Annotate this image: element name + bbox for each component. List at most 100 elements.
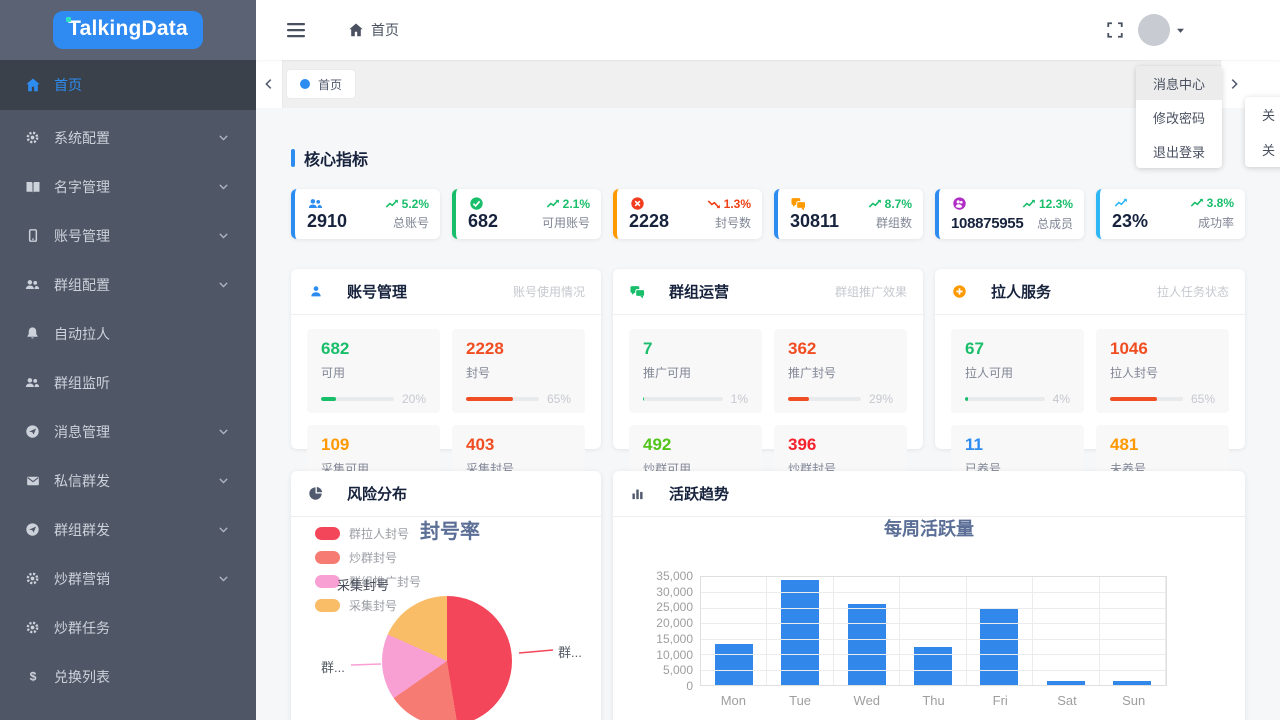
check-circle-icon xyxy=(468,196,485,211)
users-icon xyxy=(24,375,41,390)
panel-title: 拉人服务 xyxy=(991,281,1051,302)
sidebar-item-label: 群组配置 xyxy=(54,275,110,295)
metric-label: 总账号 xyxy=(393,214,429,231)
breadcrumb[interactable]: 首页 xyxy=(348,0,399,60)
panel-header: 账号管理账号使用情况 xyxy=(291,269,601,315)
chat-icon xyxy=(629,284,646,299)
legend-swatch xyxy=(315,551,340,564)
sub-card-value: 362 xyxy=(788,339,893,359)
metric-card: 3.8%23%成功率 xyxy=(1096,189,1245,239)
avatar[interactable] xyxy=(1138,14,1170,46)
sub-card-label: 推广可用 xyxy=(643,364,748,381)
metric-card-bottom: 682可用账号 xyxy=(468,211,590,232)
charts-row: 风险分布 群拉人封号炒群封号群组推广封号采集封号 封号率 采集封号 群... 群… xyxy=(291,471,1245,720)
sub-card-value: 7 xyxy=(643,339,748,359)
metric-label: 可用账号 xyxy=(542,214,590,231)
sub-card-progress: 1% xyxy=(643,392,748,406)
legend-item[interactable]: 炒群封号 xyxy=(315,545,421,569)
metric-value: 2228 xyxy=(629,211,669,232)
user-menu-item[interactable]: 修改密码 xyxy=(1136,100,1222,134)
metric-card: 8.7%30811群组数 xyxy=(774,189,923,239)
metric-card-bottom: 23%成功率 xyxy=(1112,211,1234,232)
hamburger-icon[interactable] xyxy=(286,21,306,39)
progress-percent: 20% xyxy=(402,392,426,406)
fullscreen-icon[interactable] xyxy=(1106,21,1124,39)
user-menu-item[interactable]: 消息中心 xyxy=(1136,66,1222,100)
metric-value: 108875955 xyxy=(951,215,1023,232)
metric-card-top: 8.7% xyxy=(790,196,912,211)
context-menu-item[interactable]: 关 xyxy=(1245,132,1280,167)
sub-card-value: 396 xyxy=(788,435,893,455)
progress-track xyxy=(321,397,394,401)
gridline xyxy=(701,623,1166,624)
sub-card-value: 11 xyxy=(965,435,1070,455)
sidebar-item-炒群任务[interactable]: 炒群任务 xyxy=(0,603,256,652)
sidebar-item-私信群发[interactable]: 私信群发 xyxy=(0,456,256,505)
sidebar-item-label: 兑换列表 xyxy=(54,667,110,687)
y-tick-label: 0 xyxy=(613,679,693,693)
gridline xyxy=(701,654,1166,655)
sidebar-item-群组配置[interactable]: 群组配置 xyxy=(0,260,256,309)
tabs-scroll-right-button[interactable] xyxy=(1220,60,1246,108)
user-avatar-menu[interactable] xyxy=(1138,14,1186,46)
x-tick-label: Sat xyxy=(1034,693,1101,708)
legend-item[interactable]: 采集封号 xyxy=(315,593,421,617)
sidebar-item-消息管理[interactable]: 消息管理 xyxy=(0,407,256,456)
legend-label: 炒群封号 xyxy=(349,549,397,566)
sub-card-progress: 65% xyxy=(1110,392,1215,406)
trend-up-icon xyxy=(385,197,399,211)
sidebar-item-名字管理[interactable]: 名字管理 xyxy=(0,162,256,211)
sidebar-item-群组群发[interactable]: 群组群发 xyxy=(0,505,256,554)
user-menu-item[interactable]: 退出登录 xyxy=(1136,134,1222,168)
sidebar-item-账号管理[interactable]: 账号管理 xyxy=(0,211,256,260)
sidebar-item-群组监听[interactable]: 群组监听 xyxy=(0,358,256,407)
legend-item[interactable]: 群拉人封号 xyxy=(315,521,421,545)
chevron-down-icon xyxy=(217,180,230,193)
sidebar-item-兑换列表[interactable]: $ 兑换列表 xyxy=(0,652,256,701)
progress-track xyxy=(1110,397,1183,401)
x-tick-label: Wed xyxy=(833,693,900,708)
bar-chart-plot xyxy=(700,576,1167,686)
progress-percent: 29% xyxy=(869,392,893,406)
sidebar-item-自动拉人[interactable]: 自动拉人 xyxy=(0,309,256,358)
progress-track xyxy=(965,397,1045,401)
sidebar-item-炒群营销[interactable]: 炒群营销 xyxy=(0,554,256,603)
x-circle-icon xyxy=(629,196,646,211)
tabs-scroll-left-button[interactable] xyxy=(256,60,283,108)
tab-strip: 首页 xyxy=(256,60,1280,108)
panel-header: 拉人服务拉人任务状态 xyxy=(935,269,1245,315)
context-menu-item[interactable]: 关 xyxy=(1245,97,1280,132)
sidebar-item-系统配置[interactable]: 系统配置 xyxy=(0,113,256,162)
gridline xyxy=(701,592,1166,593)
metric-card-bottom: 108875955总成员 xyxy=(951,215,1073,232)
stat-sub-card: 682可用20% xyxy=(307,329,440,413)
sub-card-label: 拉人可用 xyxy=(965,364,1070,381)
metric-trend-value: 5.2% xyxy=(402,197,429,211)
metric-trend: 3.8% xyxy=(1190,196,1234,210)
metric-trend-value: 1.3% xyxy=(724,197,751,211)
panel-title: 群组运营 xyxy=(669,281,729,302)
y-tick-label: 5,000 xyxy=(613,663,693,677)
metric-card: 2.1%682可用账号 xyxy=(452,189,601,239)
clipped-context-menu: 关关 xyxy=(1245,97,1280,167)
metric-label: 封号数 xyxy=(715,214,751,231)
app-logo: TalkingData xyxy=(53,11,203,49)
send-icon xyxy=(24,424,41,439)
tab-home[interactable]: 首页 xyxy=(287,70,355,98)
activity-trend-card: 活跃趋势 每周活跃量 35,00030,00025,00020,00015,00… xyxy=(613,471,1245,720)
trend-card-header: 活跃趋势 xyxy=(613,471,1245,517)
trend-down-icon xyxy=(707,197,721,211)
y-tick-label: 10,000 xyxy=(613,648,693,662)
sidebar-item-首页[interactable]: 首页 xyxy=(0,60,256,110)
section-title-core: 核心指标 xyxy=(291,146,1245,170)
book-icon xyxy=(24,179,41,195)
chevron-down-icon xyxy=(217,572,230,585)
metric-trend-value: 12.3% xyxy=(1039,197,1073,211)
metric-value: 2910 xyxy=(307,211,347,232)
sidebar-item-label: 消息管理 xyxy=(54,422,110,442)
stat-sub-card: 362推广封号29% xyxy=(774,329,907,413)
sub-card-value: 682 xyxy=(321,339,426,359)
svg-text:$: $ xyxy=(29,669,36,683)
trend-card-title: 活跃趋势 xyxy=(669,483,729,504)
progress-percent: 1% xyxy=(731,392,748,406)
